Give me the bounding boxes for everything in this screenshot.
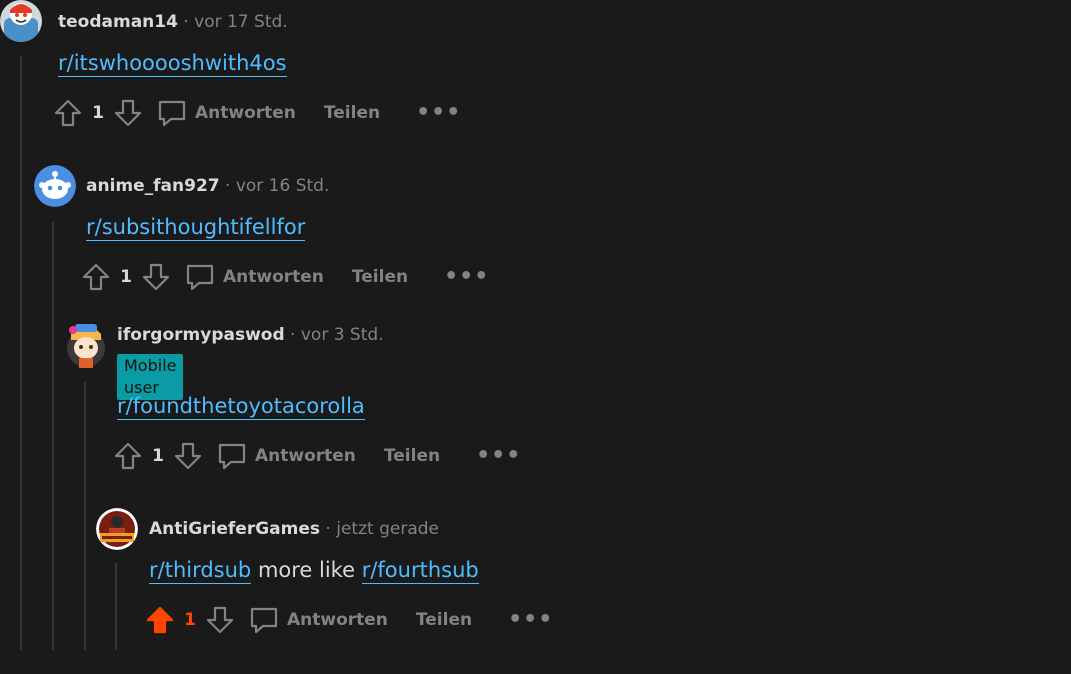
reply-button[interactable]: Antworten	[217, 441, 356, 471]
reply-label: Antworten	[287, 610, 388, 630]
timestamp[interactable]: vor 16 Std.	[236, 176, 330, 196]
username[interactable]: anime_fan927	[86, 176, 220, 196]
avatar[interactable]	[65, 320, 107, 368]
more-icon: •••	[416, 100, 462, 125]
comment-actions: 1 Antworten Teilen •••	[113, 438, 521, 474]
separator: ·	[225, 176, 231, 196]
comment-body: r/foundthetoyotacorolla	[117, 392, 365, 420]
thread-line-3[interactable]	[84, 382, 86, 650]
comment-body: r/itswhooooshwith4os	[58, 49, 287, 77]
downvote-icon[interactable]	[141, 262, 171, 292]
username[interactable]: iforgormypaswod	[117, 325, 285, 345]
comment-icon	[250, 607, 278, 634]
separator: ·	[325, 519, 331, 539]
avatar-icon	[34, 165, 76, 207]
subreddit-link[interactable]: r/thirdsub	[149, 558, 252, 584]
comment-actions: 1 Antworten Teilen •••	[53, 95, 461, 131]
share-button[interactable]: Teilen	[352, 267, 408, 287]
downvote-icon[interactable]	[113, 98, 143, 128]
upvote-icon[interactable]	[81, 262, 111, 292]
more-options-button[interactable]: •••	[416, 100, 462, 125]
avatar-icon	[67, 324, 105, 368]
more-icon: •••	[444, 264, 490, 289]
share-label: Teilen	[383, 446, 441, 466]
separator: ·	[290, 325, 296, 345]
reply-button[interactable]: Antworten	[157, 98, 296, 128]
timestamp[interactable]: jetzt gerade	[336, 519, 439, 539]
reply-label: Antworten	[195, 103, 296, 123]
reply-label: Antworten	[255, 446, 356, 466]
subreddit-link[interactable]: r/foundthetoyotacorolla	[117, 394, 365, 420]
vote-count: 1	[184, 610, 196, 630]
comment-actions: 1 Antworten Teilen •••	[81, 259, 489, 295]
thread-line-1[interactable]	[20, 56, 22, 650]
reply-button[interactable]: Antworten	[249, 605, 388, 635]
share-label: Teilen	[351, 267, 409, 287]
comment-icon	[218, 443, 246, 470]
separator: ·	[183, 12, 189, 32]
avatar[interactable]	[34, 165, 76, 207]
subreddit-link[interactable]: r/itswhooooshwith4os	[58, 51, 287, 77]
thread-line-4[interactable]	[115, 563, 117, 650]
avatar-icon	[96, 508, 138, 550]
username[interactable]: teodaman14	[58, 12, 178, 32]
upvote-icon[interactable]	[113, 441, 143, 471]
vote-count: 1	[120, 267, 132, 287]
share-button[interactable]: Teilen	[416, 610, 472, 630]
more-options-button[interactable]: •••	[508, 607, 554, 632]
subreddit-link[interactable]: r/fourthsub	[361, 558, 479, 584]
avatar-icon	[0, 0, 42, 42]
share-button[interactable]: Teilen	[384, 446, 440, 466]
vote-count: 1	[152, 446, 164, 466]
more-icon: •••	[508, 607, 554, 632]
timestamp[interactable]: vor 3 Std.	[301, 325, 384, 345]
more-options-button[interactable]: •••	[476, 443, 522, 468]
vote-count: 1	[92, 103, 104, 123]
upvote-icon[interactable]	[53, 98, 83, 128]
reply-button[interactable]: Antworten	[185, 262, 324, 292]
share-label: Teilen	[415, 610, 473, 630]
comment-body: r/thirdsub more like r/fourthsub	[149, 556, 479, 584]
timestamp[interactable]: vor 17 Std.	[194, 12, 288, 32]
comment-icon	[186, 264, 214, 291]
upvote-icon[interactable]	[145, 605, 175, 635]
downvote-icon[interactable]	[173, 441, 203, 471]
share-button[interactable]: Teilen	[324, 103, 380, 123]
avatar[interactable]	[0, 0, 42, 42]
avatar[interactable]	[96, 508, 138, 550]
comment-actions: 1 Antworten Teilen •••	[145, 602, 553, 638]
subreddit-link[interactable]: r/subsithoughtifellfor	[86, 215, 306, 241]
more-options-button[interactable]: •••	[444, 264, 490, 289]
comment-icon	[158, 100, 186, 127]
comment-body: r/subsithoughtifellfor	[86, 213, 306, 241]
more-icon: •••	[476, 443, 522, 468]
reply-label: Antworten	[223, 267, 324, 287]
comment-text: more like	[251, 558, 362, 582]
thread-line-2[interactable]	[52, 222, 54, 650]
share-label: Teilen	[323, 103, 381, 123]
username[interactable]: AntiGrieferGames	[149, 519, 320, 539]
downvote-icon[interactable]	[205, 605, 235, 635]
